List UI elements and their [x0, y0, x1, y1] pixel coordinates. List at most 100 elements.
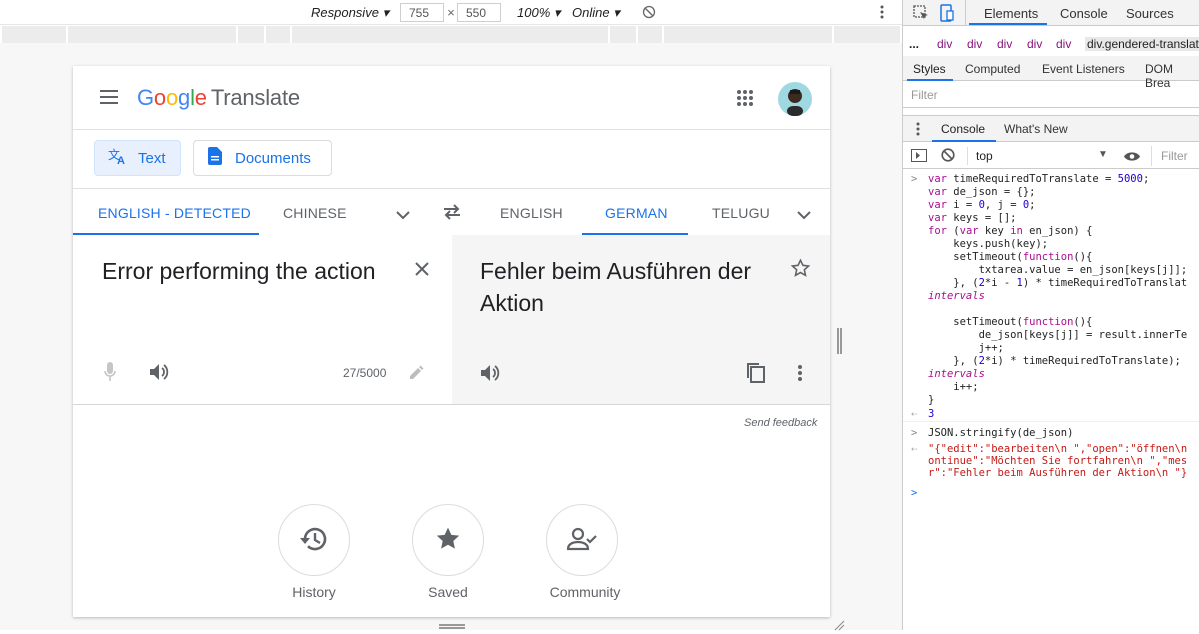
- console-input-line[interactable]: intervals: [928, 290, 985, 303]
- console-input-line[interactable]: keys.push(key);: [928, 238, 1048, 251]
- target-lang-more-chevron-icon[interactable]: [797, 208, 811, 223]
- edit-pencil-icon[interactable]: [409, 365, 424, 383]
- console-input-line[interactable]: for (var key in en_json) {: [928, 225, 1092, 238]
- inspect-element-icon[interactable]: [913, 5, 929, 24]
- console-input-line[interactable]: var keys = [];: [928, 212, 1017, 225]
- subtab-event-listeners[interactable]: Event Listeners: [1042, 62, 1125, 76]
- media-ruler-segment[interactable]: [292, 26, 608, 43]
- media-ruler-segment[interactable]: [834, 26, 900, 43]
- tab-elements[interactable]: Elements: [984, 6, 1038, 21]
- apps-grid-icon[interactable]: [737, 90, 753, 109]
- rotate-icon[interactable]: [642, 5, 656, 22]
- viewport-width-input[interactable]: [400, 3, 444, 22]
- breadcrumb-item[interactable]: div: [997, 37, 1012, 51]
- breadcrumb-item[interactable]: div: [967, 37, 982, 51]
- source-lang-chinese[interactable]: CHINESE: [283, 205, 347, 221]
- history-button[interactable]: [278, 504, 350, 576]
- community-button[interactable]: [546, 504, 618, 576]
- live-expression-eye-icon[interactable]: [1124, 150, 1140, 165]
- media-ruler-segment[interactable]: [664, 26, 832, 43]
- console-input-line[interactable]: de_json[keys[j]] = result.innerTe: [928, 329, 1188, 342]
- console-result[interactable]: 3: [928, 408, 934, 421]
- zoom-select[interactable]: 100% ▾: [517, 5, 560, 21]
- clear-console-icon[interactable]: [941, 148, 955, 165]
- saved-button[interactable]: [412, 504, 484, 576]
- sidebar-toggle-icon[interactable]: [911, 149, 927, 165]
- breadcrumb-selected[interactable]: div.gendered-translat: [1085, 37, 1199, 51]
- media-ruler-segment[interactable]: [610, 26, 636, 43]
- translated-text[interactable]: Fehler beim Ausführen der Aktion: [480, 255, 751, 319]
- more-vert-icon[interactable]: [798, 365, 802, 384]
- context-selector[interactable]: top ▼: [967, 147, 1109, 165]
- source-listen-icon[interactable]: [150, 363, 170, 384]
- console-filter-input[interactable]: Filter: [1151, 146, 1199, 166]
- console-input-line[interactable]: JSON.stringify(de_json): [928, 427, 1073, 440]
- hamburger-menu-icon[interactable]: [100, 90, 118, 107]
- console-input-line[interactable]: }: [928, 394, 934, 407]
- console-input-line[interactable]: intervals: [928, 368, 985, 381]
- network-throttle-select[interactable]: Online ▾: [572, 5, 620, 21]
- console-input-line[interactable]: i++;: [928, 381, 978, 394]
- console-input-line[interactable]: var timeRequiredToTranslate = 5000;: [928, 173, 1149, 186]
- media-ruler-segment[interactable]: [266, 26, 290, 43]
- drawer-tab-console[interactable]: Console: [941, 122, 985, 136]
- resize-corner-icon[interactable]: [833, 619, 845, 634]
- console-input-line[interactable]: var de_json = {};: [928, 186, 1035, 199]
- user-avatar[interactable]: [778, 82, 812, 119]
- google-translate-logo[interactable]: Google Translate: [137, 85, 300, 111]
- device-toggle-icon[interactable]: [940, 4, 954, 25]
- context-label: top: [976, 149, 993, 163]
- clear-text-icon[interactable]: [415, 262, 429, 279]
- device-mode-select[interactable]: Responsive ▾: [311, 5, 389, 21]
- tab-console[interactable]: Console: [1060, 6, 1108, 21]
- console-input-line[interactable]: txtarea.value = en_json[keys[j]];: [928, 264, 1188, 277]
- console-input-line[interactable]: var i = 0, j = 0;: [928, 199, 1036, 212]
- google-logo-letter: e: [194, 85, 207, 110]
- documents-mode-button[interactable]: Documents: [193, 140, 332, 176]
- media-ruler-segment[interactable]: [238, 26, 264, 43]
- swap-languages-icon[interactable]: [442, 204, 462, 223]
- google-wordmark: Google: [137, 85, 207, 110]
- console-input-prompt[interactable]: >: [911, 487, 917, 500]
- breadcrumb-ellipsis[interactable]: ...: [909, 37, 919, 51]
- text-mode-button[interactable]: 文A Text: [94, 140, 181, 176]
- target-lang-telugu[interactable]: TELUGU: [712, 205, 770, 221]
- subtab-styles[interactable]: Styles: [913, 62, 946, 76]
- console-input-line[interactable]: }, (2*i) * timeRequiredToTranslate);: [928, 355, 1181, 368]
- context-dropdown-icon: ▼: [1098, 149, 1108, 160]
- breadcrumb-item[interactable]: div: [937, 37, 952, 51]
- more-options-icon[interactable]: [880, 5, 884, 22]
- source-text[interactable]: Error performing the action: [102, 255, 376, 287]
- send-feedback-link[interactable]: Send feedback: [744, 417, 817, 429]
- viewport-height-input[interactable]: [457, 3, 501, 22]
- breadcrumb-item[interactable]: div: [1056, 37, 1071, 51]
- google-logo-letter: o: [165, 85, 179, 110]
- target-lang-english[interactable]: ENGLISH: [500, 205, 563, 221]
- subtab-computed[interactable]: Computed: [965, 62, 1020, 76]
- tab-sources[interactable]: Sources: [1126, 6, 1174, 21]
- console-input-line[interactable]: }, (2*i - 1) * timeRequiredToTranslat: [928, 277, 1187, 290]
- media-ruler-segment[interactable]: [2, 26, 66, 43]
- console-input-line[interactable]: setTimeout(function(){: [928, 316, 1092, 329]
- console-string-result[interactable]: r":"Fehler beim Ausführen der Aktion\n "…: [928, 467, 1187, 480]
- copy-icon[interactable]: [746, 362, 766, 387]
- target-listen-icon[interactable]: [481, 364, 501, 385]
- translated-text-line-1: Fehler beim Ausführen der: [480, 258, 752, 284]
- target-lang-german[interactable]: GERMAN: [605, 205, 668, 221]
- drawer-tab-whats-new[interactable]: What's New: [1004, 122, 1068, 136]
- media-ruler-segment[interactable]: [638, 26, 662, 43]
- styles-filter-input[interactable]: Filter: [911, 88, 938, 102]
- breadcrumb-item[interactable]: div: [1027, 37, 1042, 51]
- microphone-icon[interactable]: [104, 362, 116, 385]
- save-star-icon[interactable]: [790, 258, 811, 280]
- drawer-menu-icon[interactable]: [916, 122, 920, 139]
- console-input-line[interactable]: j++;: [928, 342, 1004, 355]
- source-panel[interactable]: Error performing the action 27/5000: [73, 235, 452, 405]
- source-lang-detected[interactable]: ENGLISH - DETECTED: [98, 205, 251, 221]
- source-lang-more-chevron-icon[interactable]: [396, 208, 410, 223]
- resize-handle-bottom[interactable]: [439, 624, 465, 629]
- media-ruler-segment[interactable]: [68, 26, 236, 43]
- console-filter-placeholder: Filter: [1161, 149, 1188, 163]
- console-input-line[interactable]: setTimeout(function(){: [928, 251, 1092, 264]
- resize-handle-right[interactable]: [837, 328, 842, 354]
